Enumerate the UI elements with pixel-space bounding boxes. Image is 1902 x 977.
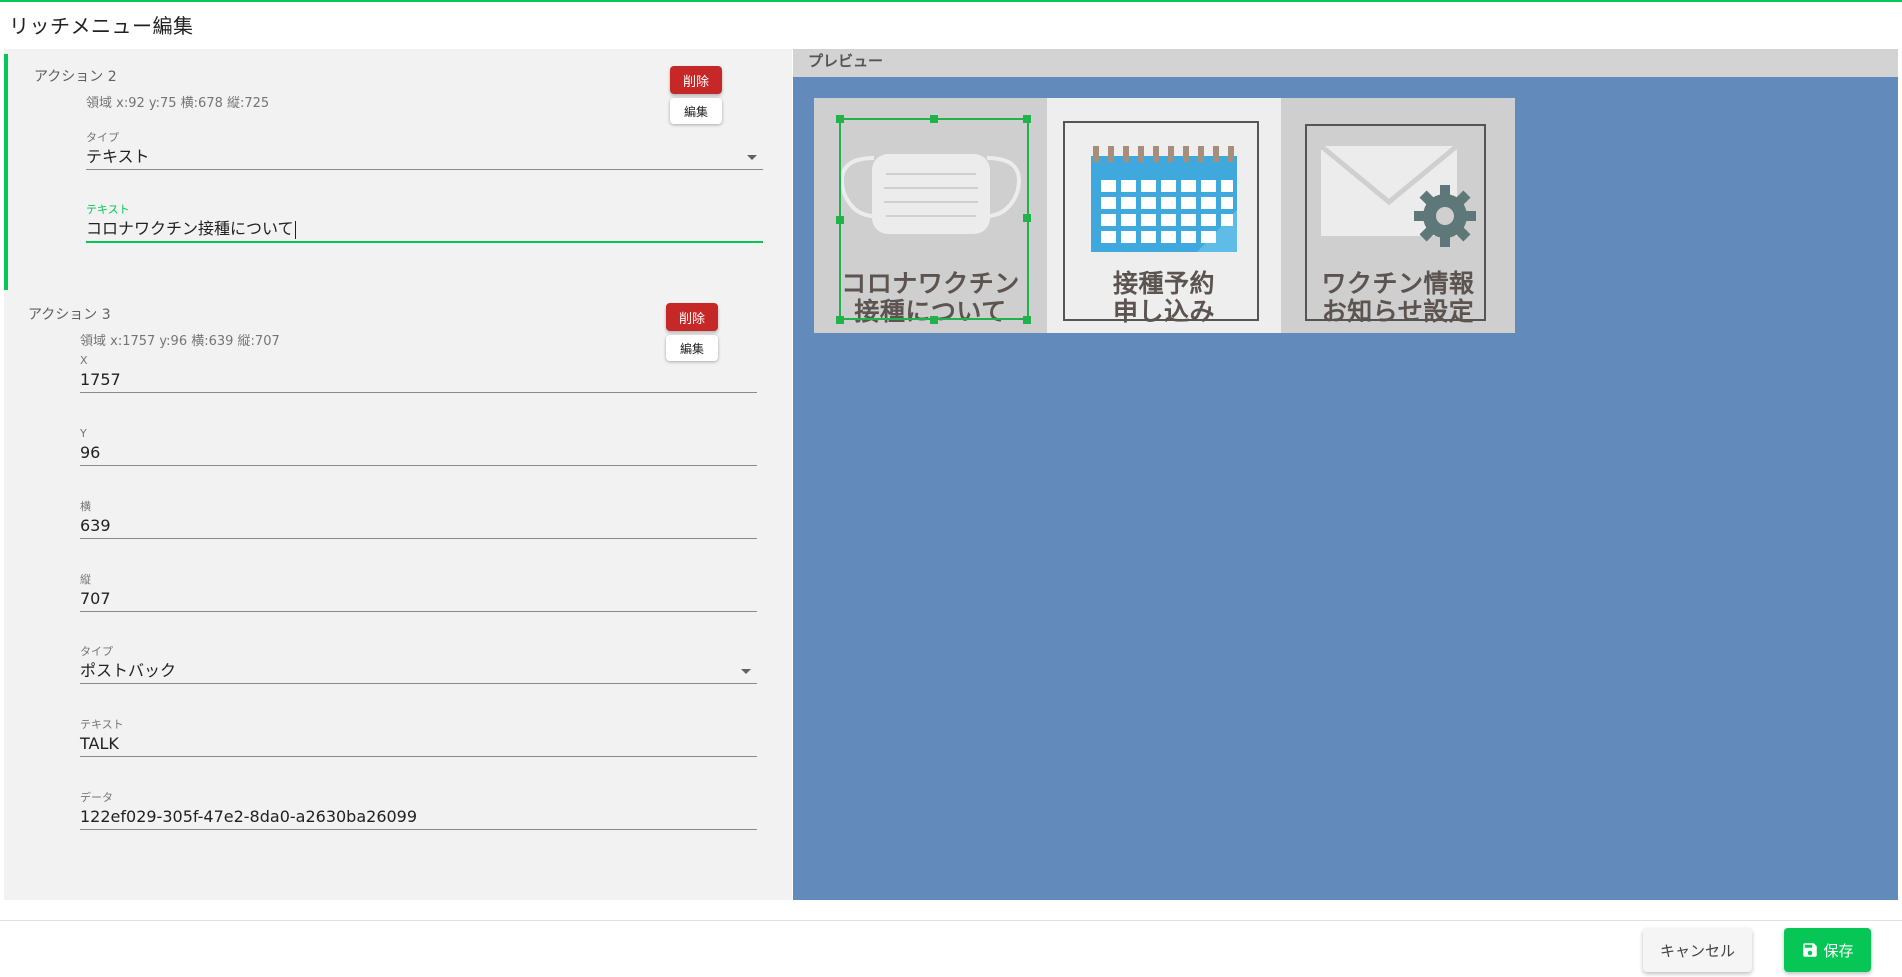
field-label: テキスト	[80, 718, 124, 731]
data-input-value: 122ef029-305f-47e2-8da0-a2630ba26099	[80, 804, 757, 830]
width-input[interactable]: 横 639	[80, 500, 757, 539]
field-label: X	[80, 354, 88, 367]
tile-label: ワクチン情報 お知らせ設定	[1281, 270, 1515, 326]
text-input-value: TALK	[80, 731, 757, 757]
type-select[interactable]: タイプ テキスト	[86, 131, 763, 170]
height-input-value: 707	[80, 586, 757, 612]
type-select-value: ポストバック	[80, 661, 177, 680]
y-input[interactable]: Y 96	[80, 427, 757, 466]
resize-handle[interactable]	[930, 115, 938, 123]
delete-button[interactable]: 削除	[670, 66, 722, 94]
y-input-value: 96	[80, 440, 757, 466]
field-label: Y	[80, 427, 87, 440]
tile-label-line1: 接種予約	[1112, 269, 1215, 298]
save-icon	[1803, 943, 1818, 957]
resize-handle[interactable]	[836, 216, 844, 224]
resize-handle[interactable]	[836, 316, 844, 324]
data-input[interactable]: データ 122ef029-305f-47e2-8da0-a2630ba26099	[80, 791, 757, 830]
preview-header: プレビュー	[793, 49, 1898, 77]
text-cursor	[294, 220, 296, 239]
action-title: アクション 3	[28, 307, 111, 323]
selection-box[interactable]	[839, 118, 1029, 320]
edit-button[interactable]: 編集	[670, 98, 722, 124]
action-card-2[interactable]: アクション 2 領域 x:92 y:75 横:678 縦:725 削除 編集 タ…	[4, 54, 796, 290]
text-input-value: コロナワクチン接種について	[86, 219, 294, 238]
top-accent-line	[0, 0, 1902, 2]
cancel-button[interactable]: キャンセル	[1643, 928, 1752, 972]
tile-label-line2: 申し込み	[1112, 297, 1215, 326]
save-button[interactable]: 保存	[1784, 928, 1871, 972]
tile-label: 接種予約 申し込み	[1047, 270, 1281, 326]
menu-tile-vaccine-info[interactable]: コロナワクチン 接種について	[814, 98, 1047, 333]
field-label: データ	[80, 791, 113, 804]
action-area-summary: 領域 x:1757 y:96 横:639 縦:707	[80, 334, 280, 349]
text-input[interactable]: テキスト TALK	[80, 718, 757, 757]
save-button-label: 保存	[1823, 941, 1854, 960]
delete-button[interactable]: 削除	[666, 303, 718, 331]
field-label: テキスト	[86, 203, 130, 216]
resize-handle[interactable]	[1023, 316, 1031, 324]
resize-handle[interactable]	[930, 316, 938, 324]
field-label: タイプ	[86, 131, 119, 144]
action-editor-panel: アクション 2 領域 x:92 y:75 横:678 縦:725 削除 編集 タ…	[4, 49, 792, 900]
height-input[interactable]: 縦 707	[80, 573, 757, 612]
menu-tile-reservation[interactable]: 接種予約 申し込み	[1047, 98, 1281, 333]
footer-divider	[0, 920, 1902, 921]
text-input[interactable]: テキスト コロナワクチン接種について	[86, 203, 763, 243]
action-card-3[interactable]: アクション 3 領域 x:1757 y:96 横:639 縦:707 削除 編集…	[4, 300, 792, 900]
action-title: アクション 2	[34, 69, 117, 85]
action-area-summary: 領域 x:92 y:75 横:678 縦:725	[86, 96, 270, 111]
dropdown-arrow-icon[interactable]	[747, 155, 757, 160]
x-input-value: 1757	[80, 367, 757, 393]
tile-label-line2: お知らせ設定	[1321, 297, 1475, 326]
field-label: 縦	[80, 573, 91, 586]
dropdown-arrow-icon[interactable]	[741, 669, 751, 674]
menu-tile-notification-settings[interactable]: ワクチン情報 お知らせ設定	[1281, 98, 1515, 333]
field-label: 横	[80, 500, 91, 513]
rich-menu-image[interactable]: コロナワクチン 接種について 接種予約 申し込み ワクチン情報 お知らせ設定	[814, 98, 1515, 333]
resize-handle[interactable]	[1023, 115, 1031, 123]
resize-handle[interactable]	[1023, 214, 1031, 222]
x-input[interactable]: X 1757	[80, 354, 757, 393]
type-select[interactable]: タイプ ポストバック	[80, 645, 757, 684]
tile-label-line1: ワクチン情報	[1321, 269, 1475, 298]
page-title: リッチメニュー編集	[9, 14, 194, 38]
preview-panel: プレビュー コロナワクチン 接種について 接種予約 申し込み ワクチン情報 お知…	[793, 49, 1898, 900]
resize-handle[interactable]	[836, 115, 844, 123]
type-select-value: テキスト	[86, 147, 150, 166]
width-input-value: 639	[80, 513, 757, 539]
field-label: タイプ	[80, 645, 113, 658]
